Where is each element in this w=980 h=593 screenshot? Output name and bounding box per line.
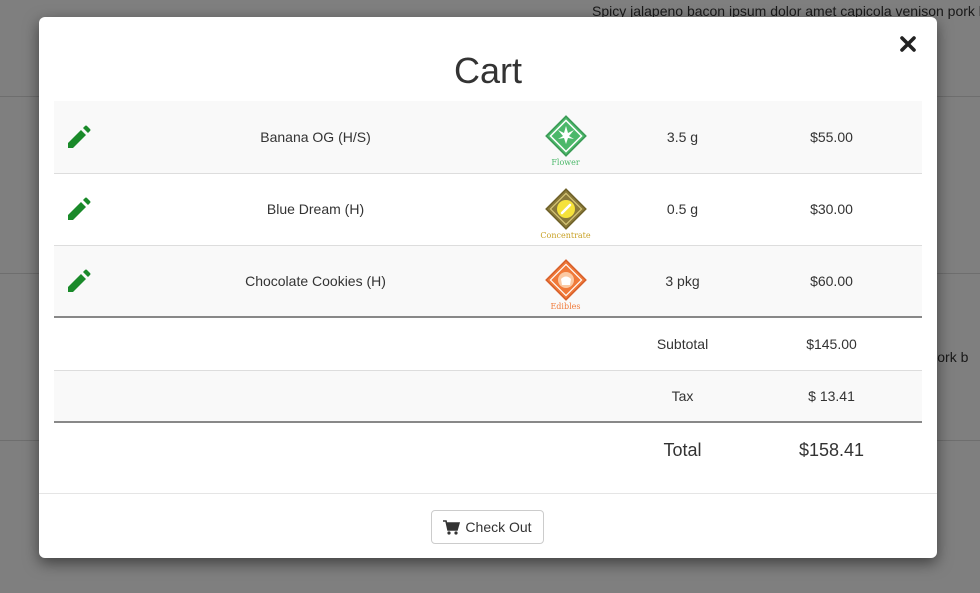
item-name: Blue Dream (H) [124,172,507,245]
tax-value: $ 13.41 [741,369,922,422]
checkout-label: Check Out [465,519,532,535]
category-label: Edibles [550,302,581,312]
cart-item-row: Banana OG (H/S) Flower 3.5 g $55.00 [54,101,922,173]
category-label: Concentrate [540,230,591,240]
item-price: $60.00 [741,244,922,317]
category-label: Flower [551,158,580,168]
item-name: Chocolate Cookies (H) [124,244,507,317]
subtotal-value: $145.00 [741,316,922,370]
concentrate-category-icon: Concentrate [536,186,596,241]
item-quantity: 0.5 g [624,172,741,245]
tax-label: Tax [624,369,741,422]
cart-item-row: Blue Dream (H) Concentrate 0.5 g $30.00 [54,172,922,245]
tax-row: Tax $ 13.41 [54,369,922,422]
item-quantity: 3 pkg [624,244,741,317]
edit-icon[interactable] [65,124,91,150]
edit-icon[interactable] [65,196,91,222]
item-price: $30.00 [741,172,922,245]
cart-table: Banana OG (H/S) Flower 3.5 g $55.00 Blue… [54,101,922,478]
item-name: Banana OG (H/S) [124,101,507,173]
modal-footer: Check Out [39,493,937,558]
cart-icon [443,519,461,535]
item-quantity: 3.5 g [624,101,741,173]
total-label: Total [624,421,741,478]
cart-modal: Cart Banana OG (H/S) Flower 3.5 g $55.00… [39,17,937,558]
subtotal-label: Subtotal [624,316,741,370]
item-price: $55.00 [741,101,922,173]
checkout-button[interactable]: Check Out [431,510,544,544]
subtotal-row: Subtotal $145.00 [54,316,922,370]
cart-item-row: Chocolate Cookies (H) Edibles 3 pkg $60.… [54,244,922,317]
flower-category-icon: Flower [536,113,596,168]
edibles-category-icon: Edibles [536,257,596,312]
total-value: $158.41 [741,421,922,478]
total-row: Total $158.41 [54,421,922,478]
edit-icon[interactable] [65,268,91,294]
modal-title: Cart [453,50,522,91]
